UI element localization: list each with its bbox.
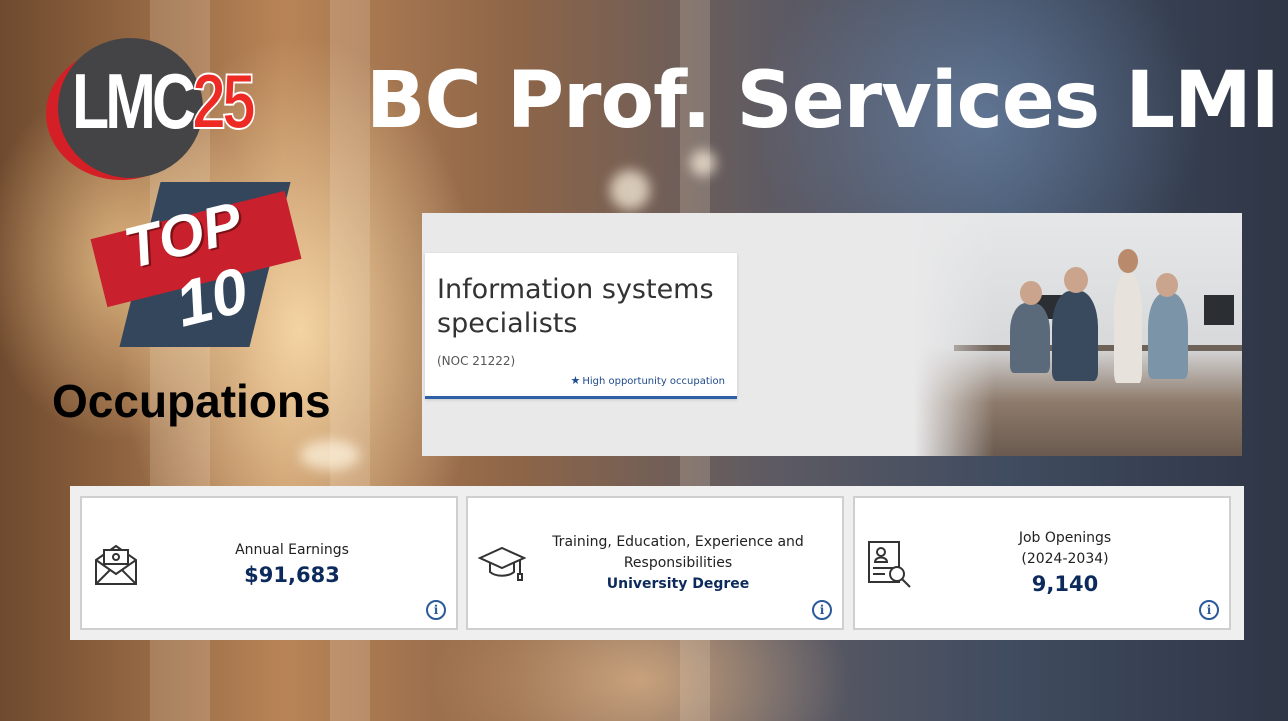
office-workers-photo: [914, 213, 1242, 456]
photo-person: [1052, 291, 1098, 381]
background-bokeh: [610, 170, 650, 210]
background-bokeh: [690, 150, 716, 176]
photo-desk: [954, 345, 1242, 351]
photo-head: [1156, 273, 1178, 297]
top10-badge: TOP 10: [90, 176, 302, 350]
occupation-hero-banner: Information systems specialists (NOC 212…: [422, 213, 1242, 456]
info-icon[interactable]: i: [812, 600, 832, 620]
occupation-name: Information systems specialists: [437, 274, 714, 339]
stat-card-training-education: Training, Education, Experience and Resp…: [466, 496, 844, 630]
stat-value: $91,683: [244, 563, 340, 587]
logo-text-lmc: LMC: [72, 57, 196, 145]
photo-person: [1114, 273, 1142, 383]
stat-value: 9,140: [1031, 572, 1099, 596]
background-bokeh: [300, 440, 360, 470]
photo-head: [1118, 249, 1138, 273]
envelope-money-icon: [95, 544, 137, 585]
stat-card-job-openings: Job Openings (2024-2034) 9,140 i: [853, 496, 1231, 630]
photo-person: [1148, 293, 1188, 379]
noc-code: (NOC 21222): [437, 354, 516, 368]
info-icon[interactable]: i: [426, 600, 446, 620]
logo-wordmark: LMC25: [72, 61, 257, 141]
logo-text-25: 25: [191, 57, 256, 145]
photo-person: [1010, 303, 1050, 373]
stat-card-annual-earnings: Annual Earnings $91,683 i: [80, 496, 458, 630]
high-opportunity-label[interactable]: ★ High opportunity occupation: [570, 374, 725, 387]
stat-value: University Degree: [606, 576, 750, 592]
lmc25-logo: LMC25: [46, 38, 296, 180]
photo-head: [1064, 267, 1088, 293]
stat-label: Training, Education, Experience and Resp…: [552, 534, 804, 571]
occupation-title-card: Information systems specialists (NOC 212…: [425, 253, 737, 399]
stat-period: (2024-2034): [1021, 551, 1109, 567]
info-icon[interactable]: i: [1199, 600, 1219, 620]
stat-label: Annual Earnings: [235, 542, 349, 558]
stat-label: Job Openings: [1018, 530, 1112, 546]
page-title: BC Prof. Services LMI: [366, 56, 1280, 146]
photo-head: [1020, 281, 1042, 305]
resume-search-icon: [868, 541, 911, 588]
occupation-stats-strip: Annual Earnings $91,683 i Training, Educ…: [70, 486, 1244, 640]
occupations-heading: Occupations: [52, 375, 331, 427]
photo-monitor: [1204, 295, 1234, 325]
high-opportunity-text: High opportunity occupation: [582, 376, 725, 387]
graduation-cap-icon: [478, 546, 526, 581]
star-icon: ★: [570, 374, 581, 387]
